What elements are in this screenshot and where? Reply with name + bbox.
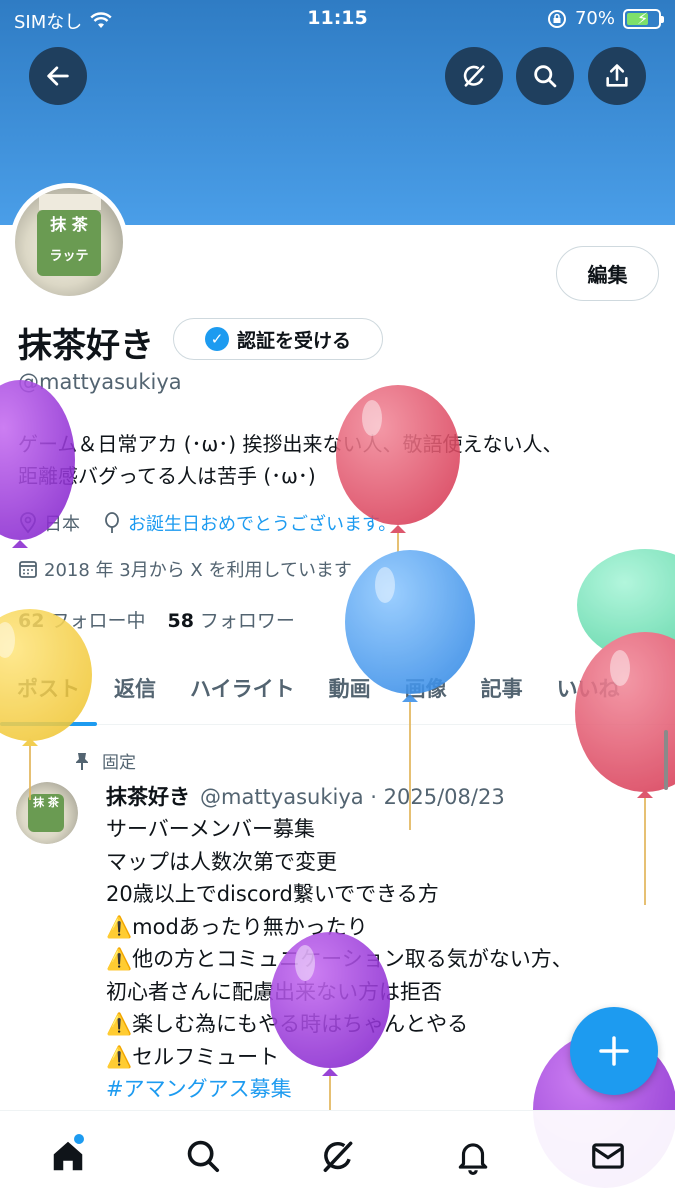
tab-videos[interactable]: 動画: [312, 665, 388, 725]
arrow-left-icon: [47, 66, 69, 86]
post-avatar[interactable]: 抹 茶: [16, 782, 78, 844]
back-button[interactable]: [29, 47, 87, 105]
tab-images[interactable]: 画像: [388, 665, 464, 725]
tab-articles[interactable]: 記事: [464, 665, 540, 725]
nav-explore[interactable]: [163, 1126, 243, 1186]
following-link[interactable]: 62 フォロー中: [18, 606, 145, 633]
nav-home[interactable]: [28, 1126, 108, 1186]
tab-posts[interactable]: ポスト: [0, 665, 97, 726]
grok-button[interactable]: [445, 47, 503, 105]
followers-link[interactable]: 58 フォロワー: [167, 606, 294, 633]
joined-label: 2018 年 3月から X を利用しています: [44, 560, 352, 581]
battery-percent: 70%: [574, 8, 615, 29]
mail-icon: [591, 1142, 624, 1169]
tab-replies[interactable]: 返信: [97, 665, 173, 725]
nav-notifications[interactable]: [433, 1126, 513, 1186]
status-bar: SIMなし 11:15 70% ⚡: [0, 0, 675, 40]
battery-icon: ⚡: [623, 8, 664, 29]
profile-handle: @mattyasukiya: [18, 370, 182, 394]
verified-badge-icon: ✓: [204, 327, 229, 351]
birthday-label[interactable]: お誕生日おめでとうございます。: [128, 510, 396, 536]
nav-grok[interactable]: [298, 1126, 378, 1186]
post-header: 抹茶好き @mattyasukiya · 2025/08/23: [106, 781, 505, 811]
calendar-icon: [19, 561, 37, 578]
share-button[interactable]: [588, 47, 646, 105]
get-verified-button[interactable]: ✓ 認証を受ける: [173, 318, 383, 360]
share-icon: [606, 64, 628, 87]
post-author[interactable]: 抹茶好き: [106, 785, 190, 809]
location-label: 日本: [44, 514, 80, 535]
location-icon: [20, 512, 36, 534]
follow-stats: 62 フォロー中 58 フォロワー: [18, 606, 295, 633]
balloon-green-right: [577, 549, 675, 661]
search-button[interactable]: [516, 47, 574, 105]
plus-icon: [599, 1036, 629, 1066]
profile-name: 抹茶好き: [18, 326, 154, 366]
nav-messages[interactable]: [568, 1126, 648, 1186]
grok-icon: [463, 65, 485, 87]
pinned-indicator: 固定: [74, 748, 136, 773]
notification-dot: [73, 1133, 84, 1144]
pin-icon: [76, 752, 88, 770]
post-hashtag[interactable]: #アマングアス募集: [106, 1073, 661, 1106]
balloon-icon: [105, 512, 119, 533]
profile-tabs: ポスト 返信 ハイライト 動画 画像 記事 いいね: [0, 665, 675, 726]
search-icon: [534, 65, 557, 88]
compose-post-button[interactable]: [570, 1007, 658, 1095]
joined-row: 2018 年 3月から X を利用しています: [18, 556, 352, 582]
post-handle-date: @mattyasukiya · 2025/08/23: [200, 785, 505, 809]
search-icon: [187, 1140, 219, 1172]
rotation-lock-icon: [547, 9, 566, 28]
edit-profile-button[interactable]: 編集: [556, 246, 659, 301]
avatar-package: 抹 茶ラッテ: [37, 210, 101, 276]
verify-label: 認証を受ける: [236, 329, 351, 352]
tab-likes[interactable]: いいね: [540, 665, 637, 725]
bottom-navigation: [0, 1110, 675, 1200]
tab-highlights[interactable]: ハイライト: [173, 665, 312, 725]
bell-icon: [458, 1142, 487, 1175]
grok-icon: [323, 1141, 352, 1172]
scrollbar[interactable]: [664, 730, 668, 790]
profile-meta: 日本 お誕生日おめでとうございます。: [18, 510, 396, 536]
profile-bio: ゲーム＆日常アカ (･ω･) 挨拶出来ない人、敬語使えない人、 距離感バグってる…: [18, 432, 563, 488]
profile-avatar[interactable]: 抹 茶ラッテ: [10, 183, 128, 301]
